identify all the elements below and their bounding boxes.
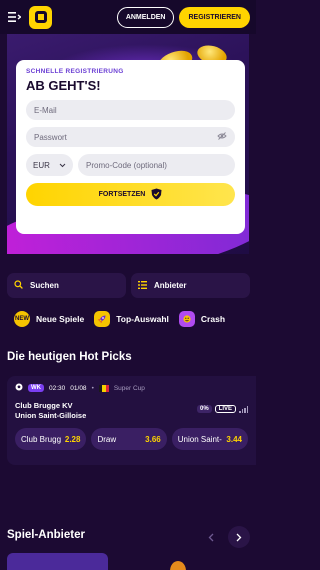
top-header: ANMELDEN REGISTRIEREN xyxy=(0,0,256,34)
quick-actions: Suchen Anbieter xyxy=(7,273,250,298)
new-badge-icon: NEW xyxy=(14,311,30,327)
belgium-flag-icon xyxy=(98,384,109,392)
competition-name: Super Cup xyxy=(113,384,145,392)
prev-arrow-icon[interactable] xyxy=(200,526,222,548)
category-label: Crash xyxy=(200,314,226,324)
home-team: Club Brugge KV xyxy=(15,401,73,410)
odd-label: Union Saint-Gilloise xyxy=(177,434,223,444)
search-button[interactable]: Suchen xyxy=(7,273,126,298)
category-label: Top-Auswahl xyxy=(116,314,169,324)
currency-select[interactable]: EUR xyxy=(26,154,73,176)
category-crash[interactable]: Crash xyxy=(178,311,226,327)
continue-button[interactable]: FORTSETZEN xyxy=(26,183,235,206)
percent-badge: 0% xyxy=(196,405,212,413)
rocket-icon xyxy=(94,311,111,327)
tournament-tag: WK xyxy=(28,384,44,392)
live-badge: LIVE xyxy=(214,405,236,413)
category-label: Neue Spiele xyxy=(36,314,85,324)
continue-label: FORTSETZEN xyxy=(98,191,146,198)
category-row: NEW Neue Spiele Top-Auswahl Crash xyxy=(14,311,225,327)
match-time: 02:30 xyxy=(49,384,66,392)
password-field[interactable]: Passwort xyxy=(26,127,235,147)
odd-value: 3.66 xyxy=(145,434,161,444)
next-arrow-icon[interactable] xyxy=(228,526,250,548)
match-meta: WK 02:30 01/08 • Super Cup xyxy=(15,383,248,393)
menu-icon[interactable] xyxy=(7,10,21,24)
odd-home-button[interactable]: Club Brugge 2.28 xyxy=(15,428,87,450)
login-button[interactable]: ANMELDEN xyxy=(116,6,175,28)
chevron-down-icon xyxy=(59,161,66,170)
list-icon xyxy=(138,280,147,291)
shield-check-icon xyxy=(151,188,162,202)
providers-label: Anbieter xyxy=(154,281,187,290)
promo-placeholder: Promo-Code (optional) xyxy=(86,160,167,170)
brand-logo[interactable] xyxy=(29,5,52,29)
promo-code-field[interactable]: Promo-Code (optional) xyxy=(78,154,235,176)
match-badges: 0% LIVE xyxy=(196,405,248,413)
eye-off-icon[interactable] xyxy=(217,132,227,142)
search-label: Suchen xyxy=(30,281,59,290)
providers-title: Spiel-Anbieter xyxy=(7,529,85,541)
odd-value: 2.28 xyxy=(64,434,81,444)
odds-row: Club Brugge 2.28 Draw 3.66 Union Saint-G… xyxy=(15,428,248,450)
hot-picks-title: Die heutigen Hot Picks xyxy=(7,351,132,363)
email-field[interactable]: E-Mail xyxy=(26,100,235,120)
odd-value: 3.44 xyxy=(226,434,242,444)
form-subtitle: SCHNELLE REGISTRIERUNG xyxy=(26,68,124,75)
soccer-ball-icon xyxy=(15,383,23,393)
odd-draw-button[interactable]: Draw 3.66 xyxy=(91,428,167,450)
odd-away-button[interactable]: Union Saint-Gilloise 3.44 xyxy=(171,428,248,450)
provider-card[interactable] xyxy=(7,553,108,570)
stats-icon xyxy=(239,405,248,413)
email-placeholder: E-Mail xyxy=(34,105,57,115)
registration-form: SCHNELLE REGISTRIERUNG AB GEHT'S! E-Mail… xyxy=(16,60,245,234)
register-button[interactable]: REGISTRIEREN xyxy=(179,6,250,28)
password-placeholder: Passwort xyxy=(34,132,67,142)
form-title: AB GEHT'S! xyxy=(26,78,101,93)
provider-logo[interactable] xyxy=(170,561,186,570)
category-top-picks[interactable]: Top-Auswahl xyxy=(94,311,169,327)
providers-button[interactable]: Anbieter xyxy=(131,273,250,298)
away-team: Union Saint-Gilloise xyxy=(15,411,87,420)
match-card[interactable]: WK 02:30 01/08 • Super Cup Club Brugge K… xyxy=(7,376,256,465)
currency-value: EUR xyxy=(33,160,50,170)
category-new-games[interactable]: NEW Neue Spiele xyxy=(14,311,84,327)
odd-label: Draw xyxy=(97,434,117,444)
crash-icon xyxy=(178,311,195,327)
search-icon xyxy=(14,280,23,291)
match-date: 01/08 xyxy=(70,384,87,392)
odd-label: Club Brugge xyxy=(21,434,61,444)
